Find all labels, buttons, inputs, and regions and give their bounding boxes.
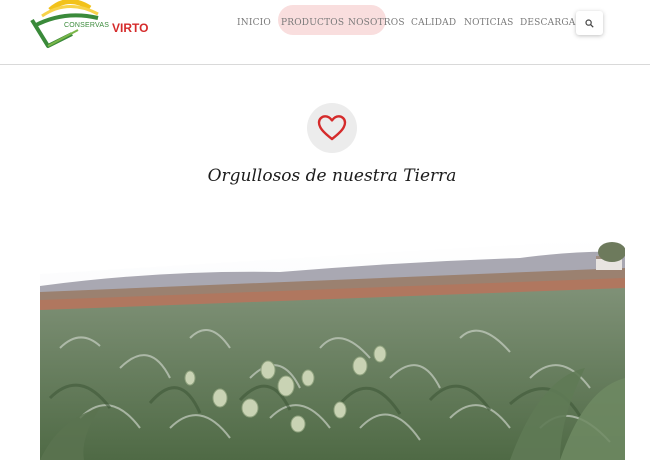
heart-badge <box>307 103 357 153</box>
logo[interactable]: CONSERVAS VIRTO <box>28 0 148 56</box>
artichoke-field-photo <box>40 228 626 460</box>
site-header: CONSERVAS VIRTO INICIO PRODUCTOS NOSOTRO… <box>0 0 650 65</box>
nav-item-descargas[interactable]: DESCARGAS <box>520 18 582 28</box>
heart-icon <box>317 115 347 141</box>
nav-item-productos[interactable]: PRODUCTOS <box>281 18 344 28</box>
nav-item-noticias[interactable]: NOTICIAS <box>464 18 514 28</box>
nav-item-calidad[interactable]: CALIDAD <box>411 18 456 28</box>
nav-item-nosotros[interactable]: NOSOTROS <box>348 18 405 28</box>
nav-item-inicio[interactable]: INICIO <box>237 18 271 28</box>
logo-brand: VIRTO <box>112 21 149 35</box>
search-button[interactable] <box>576 11 603 35</box>
search-icon <box>585 19 594 28</box>
field-image <box>40 238 626 460</box>
page-tagline: Orgullosos de nuestra Tierra <box>207 166 457 186</box>
logo-prefix: CONSERVAS <box>64 22 110 29</box>
